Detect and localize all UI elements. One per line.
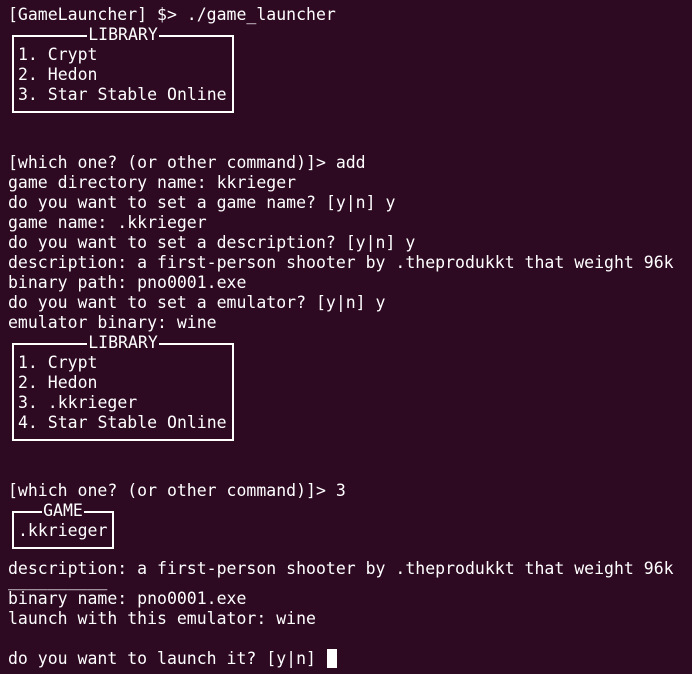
library-item: 1. Crypt (18, 45, 98, 64)
terminal-window[interactable]: { "terminal": { "lines_top": ["[GameLaun… (0, 0, 692, 674)
output-line: do you want to set a emulator? [y|n] y (8, 293, 386, 312)
output-line: do you want to set a description? [y|n] … (8, 233, 416, 252)
library-box: LIBRARY 1. Crypt 2. Hedon 3. Star Stable… (12, 25, 234, 113)
launch-prompt-text: do you want to launch it? [y|n] (8, 649, 326, 668)
game-box-title: GAME (42, 501, 84, 520)
terminal-output: [GameLauncher] $> ./game_launcher LIBRAR… (8, 5, 692, 669)
output-line: launch with this emulator: wine (8, 609, 316, 628)
library-box-title: LIBRARY (87, 333, 159, 352)
output-line: description: a first-person shooter by .… (8, 253, 674, 272)
library-item: 2. Hedon (18, 373, 98, 392)
game-name: .kkrieger (18, 521, 108, 540)
library-box-title: LIBRARY (87, 25, 159, 44)
launch-prompt-line[interactable]: do you want to launch it? [y|n] (8, 649, 692, 669)
library-item: 3. Star Stable Online (18, 85, 227, 104)
text-cursor[interactable] (326, 649, 337, 668)
library-item: 3. .kkrieger (18, 393, 138, 412)
library-item: 4. Star Stable Online (18, 413, 227, 432)
output-line: game directory name: kkrieger (8, 173, 297, 192)
shell-command-line: [GameLauncher] $> ./game_launcher (8, 5, 336, 24)
command-prompt-line: [which one? (or other command)]> 3 (8, 481, 346, 500)
library-item: 2. Hedon (18, 65, 98, 84)
output-line: binary path: pno0001.exe (8, 273, 247, 292)
output-line: do you want to set a game name? [y|n] y (8, 193, 396, 212)
library-box: LIBRARY 1. Crypt 2. Hedon 3. .kkrieger 4… (12, 333, 234, 441)
library-item: 1. Crypt (18, 353, 98, 372)
output-line: description: a first-person shooter by .… (8, 559, 674, 578)
output-line: game name: .kkrieger (8, 213, 207, 232)
game-box: GAME .kkrieger (12, 501, 114, 549)
output-line: binary name: pno0001.exe (8, 589, 247, 608)
command-prompt-line: [which one? (or other command)]> add (8, 153, 366, 172)
output-line: emulator binary: wine (8, 313, 217, 332)
